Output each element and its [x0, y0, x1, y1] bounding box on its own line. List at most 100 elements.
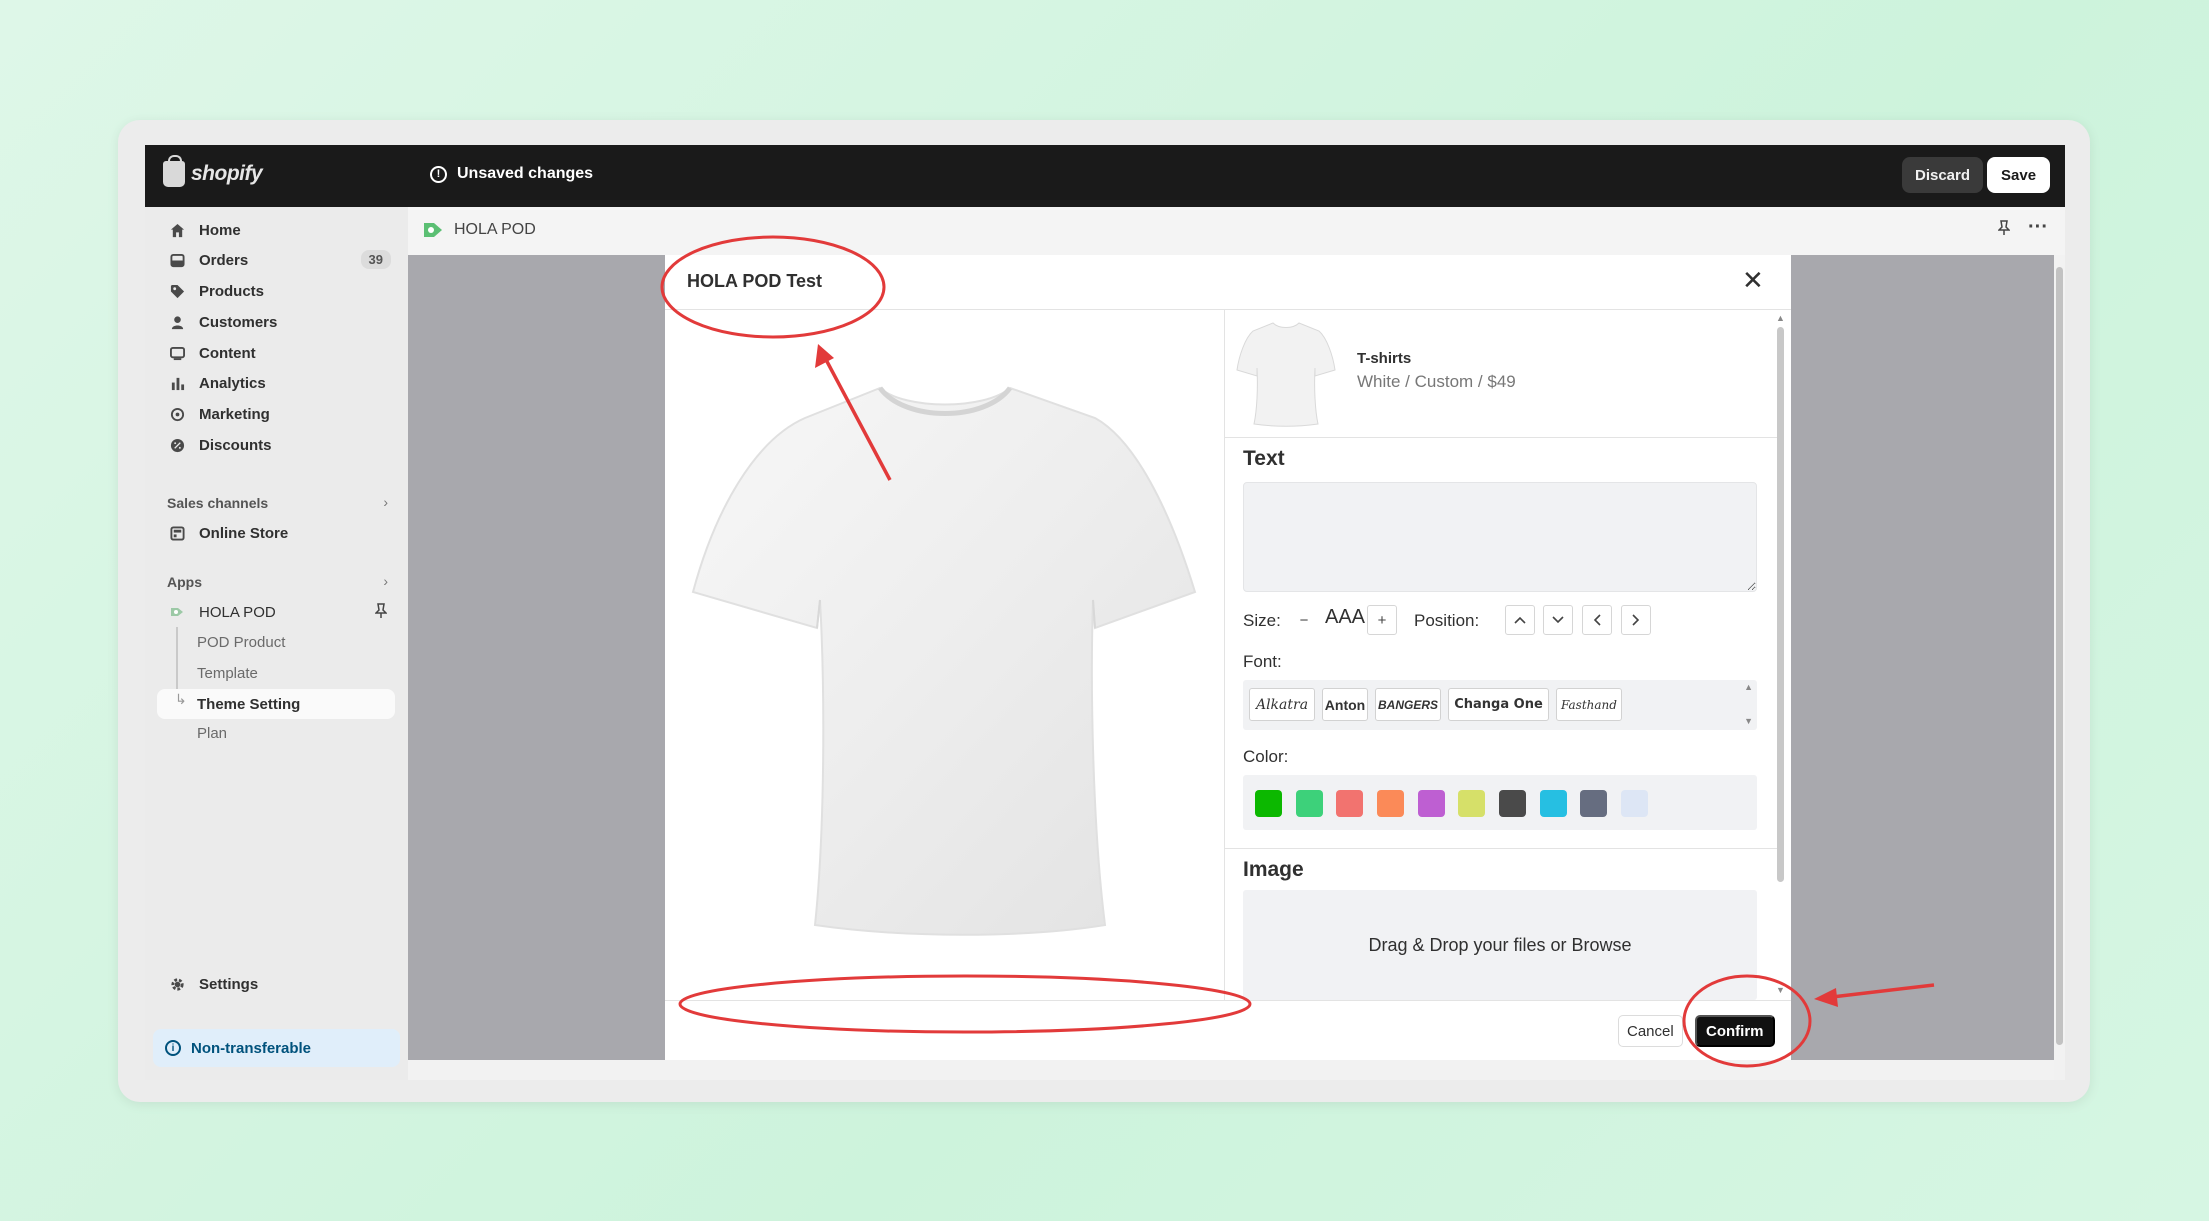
pin-icon[interactable] — [1997, 220, 2011, 241]
custom-text-input[interactable] — [1243, 482, 1757, 592]
color-swatch[interactable] — [1499, 790, 1526, 817]
sidebar-item-home[interactable]: Home — [157, 215, 395, 245]
sidebar-item-online-store[interactable]: Online Store — [157, 518, 395, 548]
more-options-icon[interactable]: ··· — [2028, 216, 2048, 239]
chevron-left-icon — [1593, 614, 1601, 626]
store-icon — [169, 525, 185, 541]
page-vertical-scrollbar[interactable] — [2054, 255, 2065, 1060]
sidebar-item-orders[interactable]: Orders 39 — [157, 245, 395, 275]
sidebar-item-hola-pod[interactable]: HOLA POD — [157, 597, 395, 627]
tag-icon — [169, 283, 185, 299]
size-decrease-button[interactable]: − — [1289, 605, 1319, 635]
discard-button[interactable]: Discard — [1902, 157, 1984, 193]
sidebar-item-label: Online Store — [199, 524, 289, 542]
sidebar-sub-item-plan[interactable]: Plan — [197, 725, 227, 742]
sidebar-sub-item-pod-product[interactable]: POD Product — [197, 634, 285, 651]
color-swatch[interactable] — [1540, 790, 1567, 817]
shopify-admin: shopify ! Unsaved changes Discard Save H… — [145, 145, 2065, 1080]
sidebar-item-customers[interactable]: Customers — [157, 307, 395, 337]
app-header: HOLA POD ··· — [408, 207, 2065, 255]
scrollbar-thumb[interactable] — [2056, 267, 2063, 1045]
home-icon — [169, 222, 185, 238]
sidebar-item-discounts[interactable]: Discounts — [157, 430, 395, 460]
size-increase-button[interactable]: + — [1367, 605, 1397, 635]
font-option-alkatra[interactable]: Alkatra — [1249, 688, 1315, 721]
image-section-heading: Image — [1243, 858, 1304, 881]
pin-icon[interactable] — [374, 603, 388, 622]
sidebar-item-label: Home — [199, 221, 241, 239]
app-title: HOLA POD — [454, 221, 536, 238]
sidebar-item-label: Customers — [199, 313, 278, 331]
non-transferable-label: Non-transferable — [191, 1039, 312, 1057]
scroll-down-icon[interactable]: ▼ — [1776, 985, 1785, 995]
font-option-bangers[interactable]: BANGERS — [1375, 688, 1441, 721]
color-swatch[interactable] — [1377, 790, 1404, 817]
color-swatch[interactable] — [1580, 790, 1607, 817]
save-button[interactable]: Save — [1987, 157, 2051, 193]
sidebar-item-label: Orders — [199, 251, 249, 269]
product-name: T-shirts — [1357, 350, 1412, 367]
image-dropzone[interactable]: Drag & Drop your files or Browse — [1243, 890, 1757, 1000]
size-label: Size: — [1243, 611, 1281, 630]
gear-icon — [169, 976, 185, 992]
top-bar: shopify ! Unsaved changes Discard Save — [145, 145, 2065, 207]
color-swatch[interactable] — [1458, 790, 1485, 817]
sidebar-sub-item-template[interactable]: Template — [197, 665, 258, 682]
confirm-button[interactable]: Confirm — [1695, 1015, 1775, 1047]
scroll-up-icon[interactable]: ▲ — [1776, 313, 1785, 323]
chevron-right-icon — [1632, 614, 1640, 626]
position-label: Position: — [1414, 611, 1480, 630]
product-variant: White / Custom / $49 — [1357, 372, 1516, 391]
chevron-right-icon[interactable]: › — [383, 573, 388, 589]
sidebar-item-label: Discounts — [199, 436, 272, 454]
non-transferable-banner[interactable]: i Non-transferable — [153, 1029, 400, 1067]
font-option-fasthand[interactable]: Fasthand — [1556, 688, 1622, 721]
unsaved-text: Unsaved changes — [457, 165, 594, 182]
color-swatch[interactable] — [1255, 790, 1282, 817]
move-down-button[interactable] — [1543, 605, 1573, 635]
dropzone-text: Drag & Drop your files or Browse — [1368, 934, 1632, 955]
hola-pod-logo-icon — [424, 223, 442, 237]
sidebar-item-label: Products — [199, 282, 265, 300]
sidebar-sub-item-theme-setting[interactable]: Theme Setting — [197, 696, 300, 713]
color-swatch[interactable] — [1296, 790, 1323, 817]
color-swatch[interactable] — [1336, 790, 1363, 817]
sidebar-item-settings[interactable]: Settings — [157, 969, 395, 999]
color-swatch[interactable] — [1621, 790, 1648, 817]
page-horizontal-scrollbar[interactable] — [408, 1060, 2054, 1080]
sales-channels-heading[interactable]: Sales channels — [167, 495, 268, 511]
shopify-logo[interactable]: shopify — [163, 155, 263, 187]
sidebar-item-label: Content — [199, 344, 256, 362]
font-option-anton[interactable]: Anton — [1322, 688, 1368, 721]
sidebar-item-marketing[interactable]: Marketing — [157, 399, 395, 429]
scrollbar-thumb[interactable] — [1777, 327, 1784, 882]
chevron-right-icon[interactable]: › — [383, 494, 388, 510]
size-value: AAA — [1325, 606, 1366, 628]
chevron-down-icon — [1552, 616, 1564, 624]
apps-heading[interactable]: Apps — [167, 574, 202, 590]
scroll-up-icon[interactable]: ▲ — [1744, 682, 1753, 692]
chevron-up-icon — [1514, 616, 1526, 624]
font-option-changa-one[interactable]: Changa One — [1448, 688, 1549, 721]
cancel-button[interactable]: Cancel — [1618, 1015, 1683, 1047]
section-divider — [1225, 848, 1781, 849]
sidebar-item-content[interactable]: Content — [157, 338, 395, 368]
image-icon — [169, 345, 185, 361]
modal-title: HOLA POD Test — [687, 271, 823, 291]
color-swatch[interactable] — [1418, 790, 1445, 817]
bar-chart-icon — [169, 375, 185, 391]
sidebar-item-label: HOLA POD — [199, 603, 276, 621]
customizer-panel: T-shirts White / Custom / $49 Text Size:… — [1225, 310, 1791, 1000]
sidebar-item-analytics[interactable]: Analytics — [157, 368, 395, 398]
scroll-down-icon[interactable]: ▼ — [1744, 716, 1753, 726]
product-customizer-modal: HOLA POD Test ✕ T-shirts White / Custom … — [665, 255, 1791, 1060]
move-left-button[interactable] — [1582, 605, 1612, 635]
tshirt-preview — [665, 310, 1224, 1000]
move-right-button[interactable] — [1621, 605, 1651, 635]
close-icon[interactable]: ✕ — [1742, 267, 1764, 293]
sidebar-item-products[interactable]: Products — [157, 276, 395, 306]
sidebar-item-label: Settings — [199, 975, 259, 993]
hola-pod-logo-icon — [169, 604, 185, 620]
panel-scrollbar[interactable]: ▲ ▼ — [1773, 313, 1787, 998]
move-up-button[interactable] — [1505, 605, 1535, 635]
